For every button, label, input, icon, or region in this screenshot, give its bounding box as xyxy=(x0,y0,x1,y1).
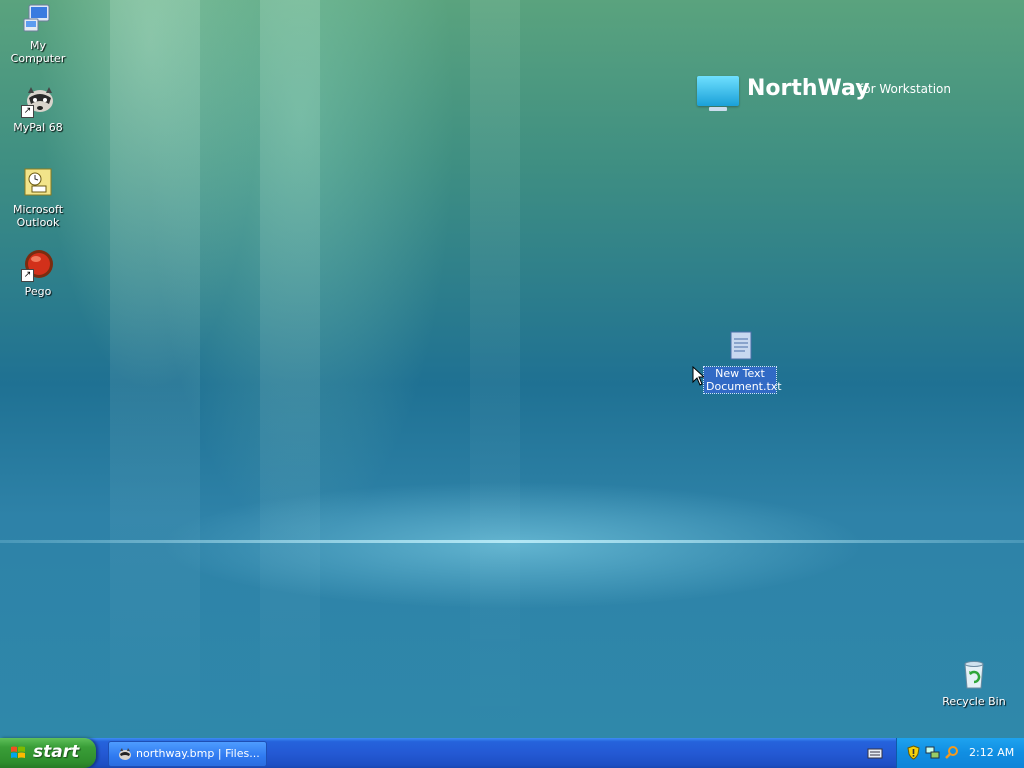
my-computer-icon[interactable]: My Computer xyxy=(0,2,76,65)
raccoon-icon: ↗ xyxy=(21,84,55,118)
monitor-icon xyxy=(697,76,739,106)
start-button[interactable]: start xyxy=(0,738,96,768)
keyboard-icon[interactable] xyxy=(867,746,883,760)
security-shield-icon[interactable] xyxy=(906,745,921,760)
icon-label: MyPal 68 xyxy=(13,121,63,134)
raccoon-icon xyxy=(117,746,133,762)
outlook-clock-icon xyxy=(21,166,55,200)
pego-icon[interactable]: ↗ Pego xyxy=(0,248,76,298)
taskbar-task-northway[interactable]: northway.bmp | Files... xyxy=(108,741,267,767)
horizon-glow xyxy=(0,540,1024,543)
brand-name: NorthWay xyxy=(747,76,870,101)
desktop[interactable]: My Computer ↗ MyPal 68 Microsoft Outlook… xyxy=(0,0,1024,738)
taskbar: start northway.bmp | Files... 2:12 AM xyxy=(0,738,1024,768)
computer-icon xyxy=(21,2,55,36)
clock[interactable]: 2:12 AM xyxy=(969,746,1014,759)
monitor-stand xyxy=(709,107,727,111)
recycle-bin-graphic-icon xyxy=(957,658,991,692)
brand-subtitle: for Workstation xyxy=(859,82,951,96)
text-file-icon xyxy=(723,330,757,364)
icon-label: Recycle Bin xyxy=(942,695,1006,708)
icon-label: Pego xyxy=(24,285,52,298)
start-label: start xyxy=(33,742,80,762)
search-icon[interactable] xyxy=(944,745,959,760)
windows-logo-icon xyxy=(10,745,26,761)
network-icon[interactable] xyxy=(925,745,940,760)
shortcut-arrow-icon: ↗ xyxy=(21,105,34,118)
recycle-bin-icon[interactable]: Recycle Bin xyxy=(936,658,1012,708)
icon-label: Microsoft Outlook xyxy=(12,203,64,229)
icon-label: My Computer xyxy=(10,39,66,65)
icon-label: New Text Document.txt xyxy=(703,366,782,394)
new-text-document-icon[interactable]: New Text Document.txt xyxy=(702,330,782,394)
mouse-cursor-icon xyxy=(692,365,706,386)
red-orb-icon: ↗ xyxy=(21,248,55,282)
task-label: northway.bmp | Files... xyxy=(136,747,260,760)
shortcut-arrow-icon: ↗ xyxy=(21,269,34,282)
system-tray: 2:12 AM xyxy=(896,738,1024,768)
outlook-icon[interactable]: Microsoft Outlook xyxy=(0,166,76,229)
mypal-icon[interactable]: ↗ MyPal 68 xyxy=(0,84,76,134)
